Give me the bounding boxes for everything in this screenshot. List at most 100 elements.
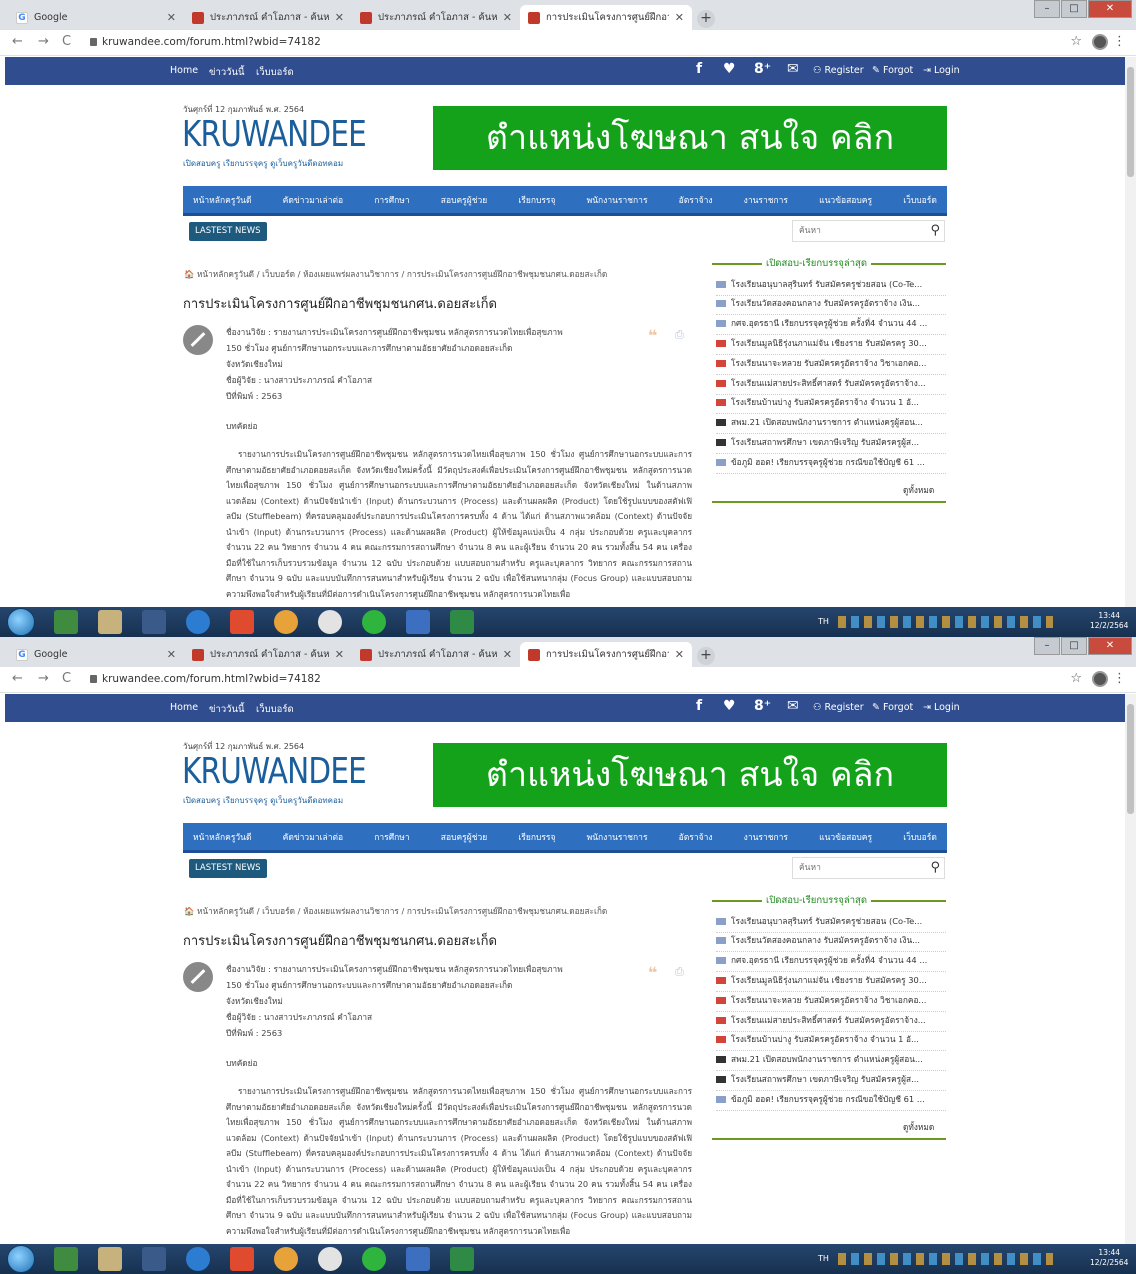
nav-home[interactable]: Home xyxy=(170,702,198,713)
nav-home[interactable]: Home xyxy=(170,65,198,76)
new-tab-button[interactable]: + xyxy=(697,647,715,665)
sheets-icon[interactable] xyxy=(450,610,474,634)
url-field[interactable]: kruwandee.com/forum.html?wbid=74182 xyxy=(102,36,321,48)
maximize-button[interactable]: □ xyxy=(1061,637,1087,655)
quote-icon[interactable]: ❝ xyxy=(648,326,657,345)
sidebar-item[interactable]: กศจ.อุดรธานี เรียกบรรจุครูผู้ช่วย ครั้งท… xyxy=(716,316,946,335)
register-link[interactable]: ⚇ Register xyxy=(813,702,864,713)
facebook-icon[interactable]: f xyxy=(696,698,702,714)
sidebar-item[interactable]: ข้อภูมิ ฮอต! เรียกบรรจุครูผู้ช่วย กรณีขอ… xyxy=(716,1092,946,1111)
nav-news[interactable]: ข่าววันนี้ xyxy=(209,702,245,717)
menu-item-teacher-exam[interactable]: สอบครูผู้ช่วย xyxy=(441,193,487,207)
search-icon[interactable]: ⚲ xyxy=(930,860,940,875)
menu-item-webboard[interactable]: เว็บบอร์ด xyxy=(903,830,937,844)
menu-item-education[interactable]: การศึกษา xyxy=(374,830,409,844)
scrollbar-thumb[interactable] xyxy=(1127,704,1134,814)
menu-item-gov-staff[interactable]: พนักงานราชการ xyxy=(587,830,648,844)
word-icon[interactable] xyxy=(406,610,430,634)
menu-item-exam-guide[interactable]: แนวข้อสอบครู xyxy=(819,193,872,207)
login-link[interactable]: ⇥ Login xyxy=(923,65,960,76)
sidebar-item[interactable]: ข้อภูมิ ฮอต! เรียกบรรจุครูผู้ช่วย กรณีขอ… xyxy=(716,455,946,474)
app-icon[interactable] xyxy=(230,610,254,634)
close-window-button[interactable]: ✕ xyxy=(1088,637,1132,655)
menu-item-contract[interactable]: อัตราจ้าง xyxy=(679,193,713,207)
menu-item-education[interactable]: การศึกษา xyxy=(374,193,409,207)
scrollbar-thumb[interactable] xyxy=(1127,67,1134,177)
tab-active[interactable]: การประเมินโครงการศูนย์ฝึกอาชีพช ✕ xyxy=(520,5,692,30)
tab-search-2[interactable]: ประภาภรณ์ คำโอภาส - ค้นหา ✕ xyxy=(352,642,520,667)
tab-search-1[interactable]: ประภาภรณ์ คำโอภาส - ค้นหา ✕ xyxy=(184,642,352,667)
input-language[interactable]: TH xyxy=(818,617,829,626)
page-scrollbar[interactable] xyxy=(1125,57,1136,607)
forgot-link[interactable]: ✎ Forgot xyxy=(872,65,913,76)
site-logo[interactable]: KRUWANDEE xyxy=(182,751,367,792)
line-icon[interactable] xyxy=(362,1247,386,1271)
facebook-icon[interactable]: f xyxy=(696,61,702,77)
back-icon[interactable]: ← xyxy=(12,671,23,686)
minimize-button[interactable]: – xyxy=(1034,0,1060,18)
nav-news[interactable]: ข่าววันนี้ xyxy=(209,65,245,80)
sidebar-item[interactable]: โรงเรียนอนุบาลสุรินทร์ รับสมัครครูช่วยสอ… xyxy=(716,277,946,296)
google-plus-icon[interactable]: 8⁺ xyxy=(754,61,771,77)
menu-item-webboard[interactable]: เว็บบอร์ด xyxy=(903,193,937,207)
start-button[interactable] xyxy=(7,608,35,636)
page-scrollbar[interactable] xyxy=(1125,694,1136,1244)
url-field[interactable]: kruwandee.com/forum.html?wbid=74182 xyxy=(102,673,321,685)
site-logo[interactable]: KRUWANDEE xyxy=(182,114,367,155)
print-icon[interactable]: ⎙ xyxy=(675,328,684,342)
start-button[interactable] xyxy=(7,1245,35,1273)
media-player-icon[interactable] xyxy=(142,1247,166,1271)
sidebar-item[interactable]: สพม.21 เปิดสอบพนักงานราชการ ตำแหน่งครูผู… xyxy=(716,1052,946,1071)
maximize-button[interactable]: □ xyxy=(1061,0,1087,18)
ad-banner[interactable]: ตำแหน่งโฆษณา สนใจ คลิก xyxy=(433,743,947,807)
tab-search-2[interactable]: ประภาภรณ์ คำโอภาส - ค้นหา ✕ xyxy=(352,5,520,30)
sidebar-item[interactable]: โรงเรียนนาจะหลวย รับสมัครครูอัตราจ้าง วิ… xyxy=(716,993,946,1012)
quote-icon[interactable]: ❝ xyxy=(648,963,657,982)
menu-item-recruit[interactable]: เรียกบรรจุ xyxy=(518,830,555,844)
app-icon[interactable] xyxy=(230,1247,254,1271)
minimize-button[interactable]: – xyxy=(1034,637,1060,655)
profile-avatar[interactable] xyxy=(1092,34,1108,50)
close-tab-icon[interactable]: ✕ xyxy=(675,11,684,24)
system-clock[interactable]: 13:44 12/2/2564 xyxy=(1090,1248,1128,1268)
sidebar-item[interactable]: กศจ.อุดรธานี เรียกบรรจุครูผู้ช่วย ครั้งท… xyxy=(716,953,946,972)
bookmark-star-icon[interactable]: ☆ xyxy=(1070,34,1082,49)
twitter-icon[interactable]: ♥ xyxy=(723,698,736,714)
menu-item-exam-guide[interactable]: แนวข้อสอบครู xyxy=(819,830,872,844)
close-tab-icon[interactable]: ✕ xyxy=(167,11,176,24)
menu-item-gov-jobs[interactable]: งานราชการ xyxy=(744,830,788,844)
sidebar-item[interactable]: โรงเรียนบ้านบ่างู รับสมัครครูอัตราจ้าง จ… xyxy=(716,395,946,414)
media-player-icon[interactable] xyxy=(142,610,166,634)
search-input[interactable] xyxy=(799,221,919,241)
line-icon[interactable] xyxy=(362,610,386,634)
file-explorer-icon[interactable] xyxy=(98,1247,122,1271)
back-icon[interactable]: ← xyxy=(12,34,23,49)
close-tab-icon[interactable]: ✕ xyxy=(503,648,512,661)
close-tab-icon[interactable]: ✕ xyxy=(503,11,512,24)
see-all-link[interactable]: ดูทั้งหมด xyxy=(903,1120,934,1134)
twitter-icon[interactable]: ♥ xyxy=(723,61,736,77)
nav-webboard[interactable]: เว็บบอร์ด xyxy=(256,702,294,717)
excel-icon[interactable] xyxy=(54,610,78,634)
close-tab-icon[interactable]: ✕ xyxy=(335,648,344,661)
tray-icons[interactable] xyxy=(838,616,1053,628)
menu-item-gov-staff[interactable]: พนักงานราชการ xyxy=(587,193,648,207)
search-icon[interactable]: ⚲ xyxy=(930,223,940,238)
tab-active[interactable]: การประเมินโครงการศูนย์ฝึกอาชีพช ✕ xyxy=(520,642,692,667)
chrome-icon[interactable] xyxy=(318,610,342,634)
latest-news-badge[interactable]: LASTEST NEWS xyxy=(189,222,267,241)
sidebar-item[interactable]: โรงเรียนวัดสองคอนกลาง รับสมัครครูอัตราจ้… xyxy=(716,933,946,952)
tab-search-1[interactable]: ประภาภรณ์ คำโอภาส - ค้นหา ✕ xyxy=(184,5,352,30)
menu-item-contract[interactable]: อัตราจ้าง xyxy=(679,830,713,844)
forward-icon[interactable]: → xyxy=(38,671,49,686)
app-icon[interactable] xyxy=(274,610,298,634)
menu-item-news[interactable]: คัดข่าวมาเล่าต่อ xyxy=(283,193,343,207)
tab-google[interactable]: G Google ✕ xyxy=(8,642,184,667)
google-plus-icon[interactable]: 8⁺ xyxy=(754,698,771,714)
menu-item-teacher-exam[interactable]: สอบครูผู้ช่วย xyxy=(441,830,487,844)
reload-icon[interactable]: C xyxy=(62,671,71,686)
mail-icon[interactable]: ✉ xyxy=(787,61,799,77)
menu-icon[interactable]: ⋮ xyxy=(1113,34,1126,49)
tab-google[interactable]: G Google ✕ xyxy=(8,5,184,30)
forward-icon[interactable]: → xyxy=(38,34,49,49)
